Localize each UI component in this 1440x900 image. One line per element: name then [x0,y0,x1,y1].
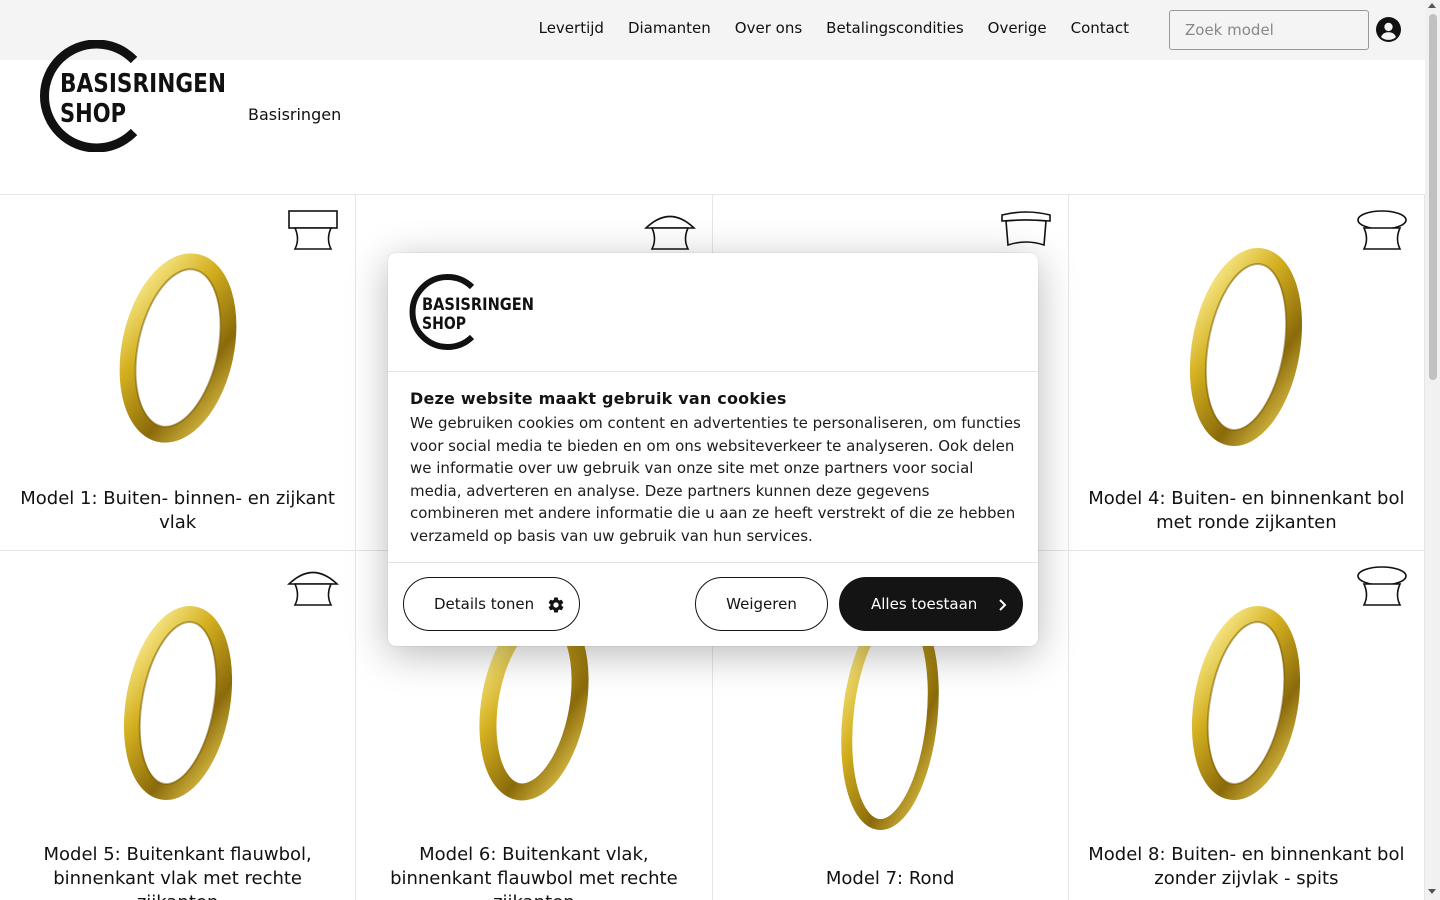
product-title[interactable]: Model 4: Buiten- en binnenkant bol met r… [1069,487,1424,535]
scrollbar-thumb[interactable] [1429,14,1437,380]
scroll-down-arrow-icon[interactable] [1428,889,1436,894]
cookie-consent-dialog: BASISRINGEN SHOP Deze website maakt gebr… [388,253,1038,646]
nav-item-levertijd[interactable]: Levertijd [539,19,604,37]
nav-item-betalingscondities[interactable]: Betalingscondities [826,19,963,37]
divider [388,371,1038,372]
show-details-button[interactable]: Details tonen [403,577,580,631]
nav-item-over-ons[interactable]: Over ons [735,19,802,37]
product-title[interactable]: Model 5: Buitenkant flauwbol, binnenkant… [0,843,355,900]
nav-item-overige[interactable]: Overige [988,19,1047,37]
ring-profile-flat-dome-icon [287,571,340,606]
ring-image [1192,606,1301,800]
user-circle-icon[interactable] [1376,17,1401,42]
show-details-label: Details tonen [434,595,535,613]
ring-image [123,606,232,800]
product-title[interactable]: Model 1: Buiten- binnen- en zijkant vlak [0,487,355,535]
product-title[interactable]: Model 6: Buitenkant vlak, binnenkant fla… [356,843,711,900]
cookie-dialog-logo: BASISRINGEN SHOP [409,274,534,350]
allow-all-label: Alles toestaan [871,595,978,613]
site-logo[interactable]: BASISRINGEN SHOP [36,40,236,152]
ring-profile-rounded-icon [1357,210,1407,250]
ring-image [119,253,237,443]
product-card-model-1[interactable]: Model 1: Buiten- binnen- en zijkant vlak [0,195,357,551]
product-title[interactable]: Model 8: Buiten- en binnenkant bol zonde… [1069,843,1424,891]
product-title[interactable]: Model 7: Rond [713,867,1068,891]
ring-profile-flat-icon [288,210,339,250]
deny-label: Weigeren [726,595,797,613]
chevron-right-icon [999,599,1007,611]
logo-text-shop: SHOP [422,314,466,334]
gear-icon [548,597,564,613]
ring-profile-domed-icon [643,215,696,250]
ring-profile-domed-icon [1000,211,1051,247]
logo-text-basisringen: BASISRINGEN [422,295,534,315]
product-card-model-8[interactable]: Model 8: Buiten- en binnenkant bol zonde… [1067,551,1425,900]
main-nav: Levertijd Diamanten Over ons Betalingsco… [539,19,1129,37]
logo-text-shop: SHOP [60,99,126,129]
scroll-up-arrow-icon[interactable] [1428,3,1436,8]
deny-cookies-button[interactable]: Weigeren [695,577,828,631]
cookie-dialog-text: We gebruiken cookies om content en adver… [410,414,1021,545]
allow-all-cookies-button[interactable]: Alles toestaan [839,577,1023,631]
nav-item-contact[interactable]: Contact [1071,19,1129,37]
breadcrumb[interactable]: Basisringen [248,105,341,124]
divider [388,562,1038,563]
search-input[interactable] [1169,10,1369,50]
product-card-model-5[interactable]: Model 5: Buitenkant flauwbol, binnenkant… [0,551,357,900]
nav-item-diamanten[interactable]: Diamanten [628,19,711,37]
cookie-dialog-title: Deze website maakt gebruik van cookies [410,389,787,408]
ring-image [1190,248,1303,446]
ring-profile-pointed-icon [1357,566,1407,606]
product-card-model-4[interactable]: Model 4: Buiten- en binnenkant bol met r… [1067,195,1425,551]
logo-text-basisringen: BASISRINGEN [60,69,226,99]
